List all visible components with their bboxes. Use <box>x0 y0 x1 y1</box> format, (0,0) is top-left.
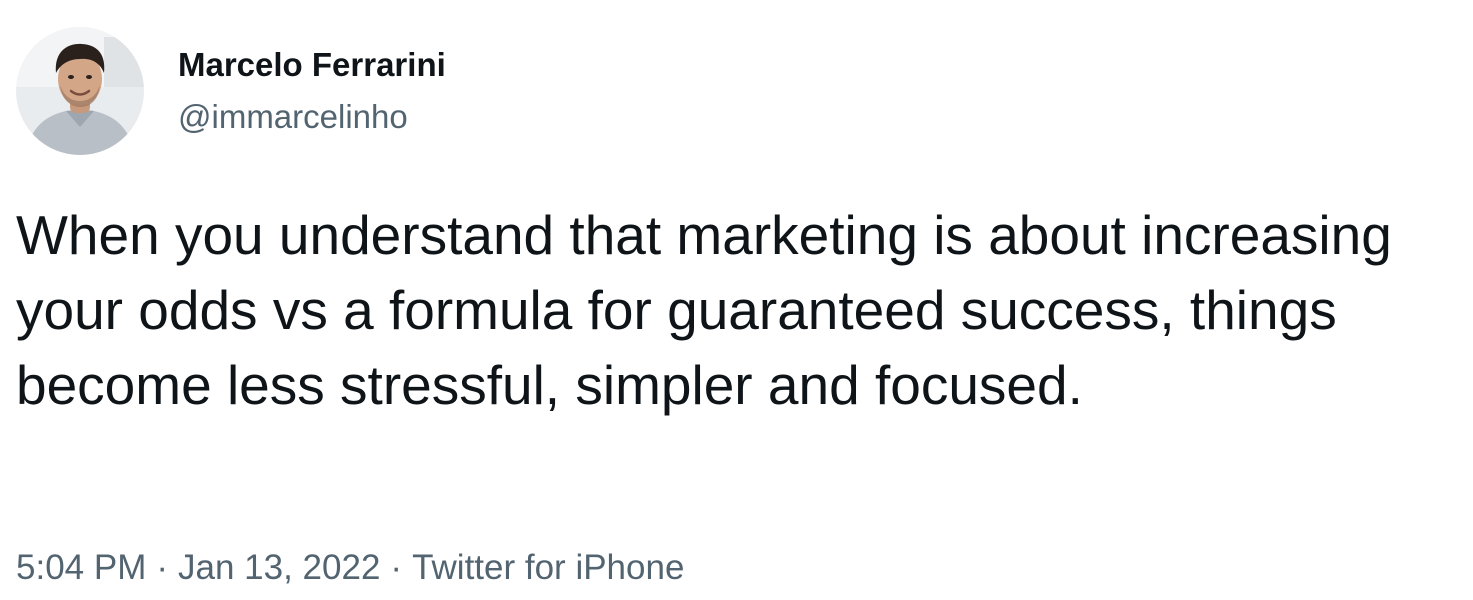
author-display-name[interactable]: Marcelo Ferrarini <box>178 45 446 85</box>
tweet-source[interactable]: Twitter for iPhone <box>412 548 684 587</box>
tweet-meta: 5:04 PM · Jan 13, 2022 · Twitter for iPhone <box>16 546 684 590</box>
meta-separator: · <box>156 548 169 587</box>
meta-separator: · <box>390 548 403 587</box>
author-handle[interactable]: @immarcelinho <box>178 97 446 137</box>
profile-photo-icon <box>16 27 144 155</box>
tweet-card: Marcelo Ferrarini @immarcelinho When you… <box>0 0 1473 600</box>
tweet-header: Marcelo Ferrarini @immarcelinho <box>16 26 446 156</box>
avatar[interactable] <box>16 27 144 155</box>
author-names: Marcelo Ferrarini @immarcelinho <box>178 45 446 137</box>
tweet-date[interactable]: Jan 13, 2022 <box>178 548 380 587</box>
tweet-text: When you understand that marketing is ab… <box>16 204 1392 416</box>
tweet-time[interactable]: 5:04 PM <box>16 548 146 587</box>
